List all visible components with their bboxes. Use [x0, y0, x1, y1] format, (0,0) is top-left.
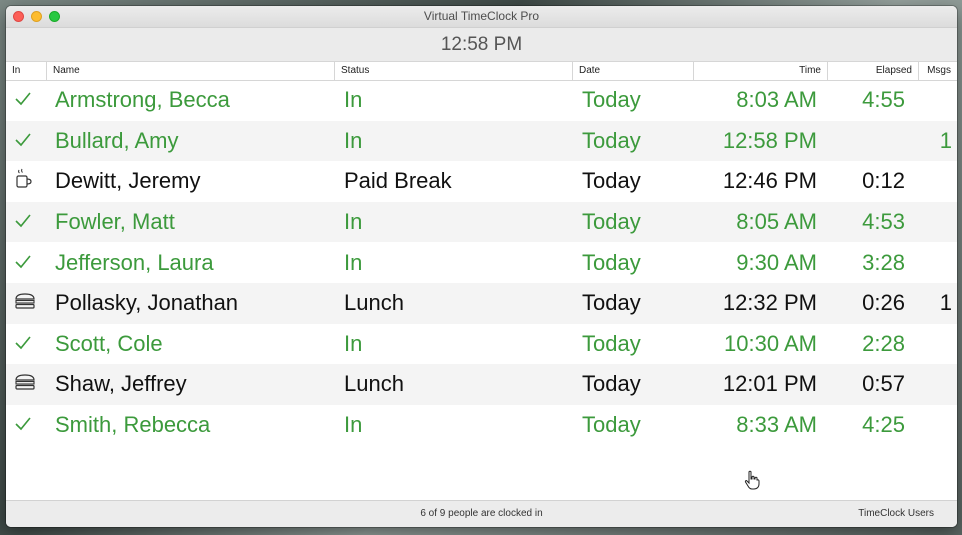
title-bar: Virtual TimeClock Pro — [6, 6, 957, 28]
table-row[interactable]: Pollasky, Jonathan Lunch Today 12:32 PM 0:26… — [6, 282, 957, 324]
elapsed-time: 0:12 — [862, 168, 905, 194]
employee-status: In — [344, 87, 363, 113]
status-bar: 6 of 9 people are clocked in TimeClock U… — [6, 500, 957, 527]
current-time: 12:58 PM — [6, 28, 957, 62]
table-row[interactable]: Scott, Cole In Today 10:30 AM 2:28 — [6, 324, 957, 365]
in-status-icon-cell — [6, 250, 47, 276]
clocked-in-summary: 6 of 9 people are clocked in — [420, 508, 543, 519]
employee-list: Armstrong, Becca In Today 8:03 AM 4:55 Bullar… — [6, 80, 957, 445]
employee-status: In — [344, 209, 363, 235]
elapsed-time: 0:26 — [862, 290, 905, 316]
timeclock-users-label[interactable]: TimeClock Users — [858, 501, 934, 527]
clock-time: 8:03 AM — [736, 87, 817, 113]
employee-name: Smith, Rebecca — [55, 412, 211, 438]
clock-time: 9:30 AM — [736, 249, 817, 275]
table-header: In Name Status Date Time Elapsed Msgs — [6, 62, 957, 81]
message-count: 1 — [939, 290, 952, 316]
checkmark-icon — [14, 412, 32, 438]
clock-date: Today — [582, 330, 641, 356]
clock-date: Today — [582, 209, 641, 235]
column-header-date[interactable]: Date — [573, 62, 694, 80]
table-row[interactable]: Dewitt, Jeremy Paid Break Today 12:46 PM 0:1… — [6, 161, 957, 202]
elapsed-time: 2:28 — [862, 330, 905, 356]
clock-time: 12:32 PM — [722, 290, 817, 316]
column-header-msgs[interactable]: Msgs — [919, 62, 957, 80]
sandwich-icon — [14, 290, 36, 316]
checkmark-icon — [14, 331, 32, 357]
table-row[interactable]: Bullard, Amy In Today 12:58 PM 1 — [6, 120, 957, 162]
elapsed-time: 3:28 — [862, 249, 905, 275]
checkmark-icon — [14, 128, 32, 154]
clock-time: 8:05 AM — [736, 209, 817, 235]
clock-date: Today — [582, 290, 641, 316]
in-status-icon-cell — [6, 167, 47, 195]
employee-status: In — [344, 330, 363, 356]
in-status-icon-cell — [6, 412, 47, 438]
clock-time: 8:33 AM — [736, 412, 817, 438]
column-header-status[interactable]: Status — [335, 62, 573, 80]
clock-time: 10:30 AM — [724, 330, 817, 356]
in-status-icon-cell — [6, 290, 47, 316]
column-header-elapsed[interactable]: Elapsed — [828, 62, 919, 80]
clock-date: Today — [582, 249, 641, 275]
column-header-time[interactable]: Time — [694, 62, 828, 80]
employee-name: Pollasky, Jonathan — [55, 290, 239, 316]
clock-time: 12:46 PM — [722, 168, 817, 194]
coffee-cup-icon — [14, 167, 34, 195]
table-row[interactable]: Smith, Rebecca In Today 8:33 AM 4:25 — [6, 405, 957, 446]
elapsed-time: 4:55 — [862, 87, 905, 113]
clock-time: 12:58 PM — [722, 127, 817, 153]
employee-name: Jefferson, Laura — [55, 249, 214, 275]
employee-name: Fowler, Matt — [55, 209, 175, 235]
in-status-icon-cell — [6, 371, 47, 397]
clock-date: Today — [582, 87, 641, 113]
sandwich-icon — [14, 371, 36, 397]
table-row[interactable]: Jefferson, Laura In Today 9:30 AM 3:28 — [6, 242, 957, 283]
table-row[interactable]: Armstrong, Becca In Today 8:03 AM 4:55 — [6, 80, 957, 121]
employee-status: Lunch — [344, 371, 404, 397]
employee-status: In — [344, 127, 363, 153]
in-status-icon-cell — [6, 87, 47, 113]
employee-name: Armstrong, Becca — [55, 87, 230, 113]
employee-status: In — [344, 412, 363, 438]
clock-time: 12:01 PM — [722, 371, 817, 397]
message-count: 1 — [939, 127, 952, 153]
employee-name: Dewitt, Jeremy — [55, 168, 201, 194]
employee-name: Scott, Cole — [55, 330, 163, 356]
employee-status: Lunch — [344, 290, 404, 316]
app-window: Virtual TimeClock Pro 12:58 PM In Name S… — [6, 6, 957, 527]
clock-date: Today — [582, 127, 641, 153]
in-status-icon-cell — [6, 128, 47, 154]
clock-date: Today — [582, 168, 641, 194]
column-header-in[interactable]: In — [6, 62, 47, 80]
window-title: Virtual TimeClock Pro — [423, 9, 540, 23]
employee-status: In — [344, 249, 363, 275]
column-header-name[interactable]: Name — [47, 62, 335, 80]
employee-name: Bullard, Amy — [55, 127, 179, 153]
employee-status: Paid Break — [344, 168, 452, 194]
hand-cursor-icon — [744, 470, 760, 490]
in-status-icon-cell — [6, 331, 47, 357]
elapsed-time: 4:25 — [862, 412, 905, 438]
clock-date: Today — [582, 412, 641, 438]
in-status-icon-cell — [6, 209, 47, 235]
clock-date: Today — [582, 371, 641, 397]
checkmark-icon — [14, 209, 32, 235]
checkmark-icon — [14, 87, 32, 113]
table-row[interactable]: Shaw, Jeffrey Lunch Today 12:01 PM 0:57 — [6, 364, 957, 405]
checkmark-icon — [14, 250, 32, 276]
employee-name: Shaw, Jeffrey — [55, 371, 187, 397]
elapsed-time: 4:53 — [862, 209, 905, 235]
elapsed-time: 0:57 — [862, 371, 905, 397]
table-row[interactable]: Fowler, Matt In Today 8:05 AM 4:53 — [6, 201, 957, 243]
